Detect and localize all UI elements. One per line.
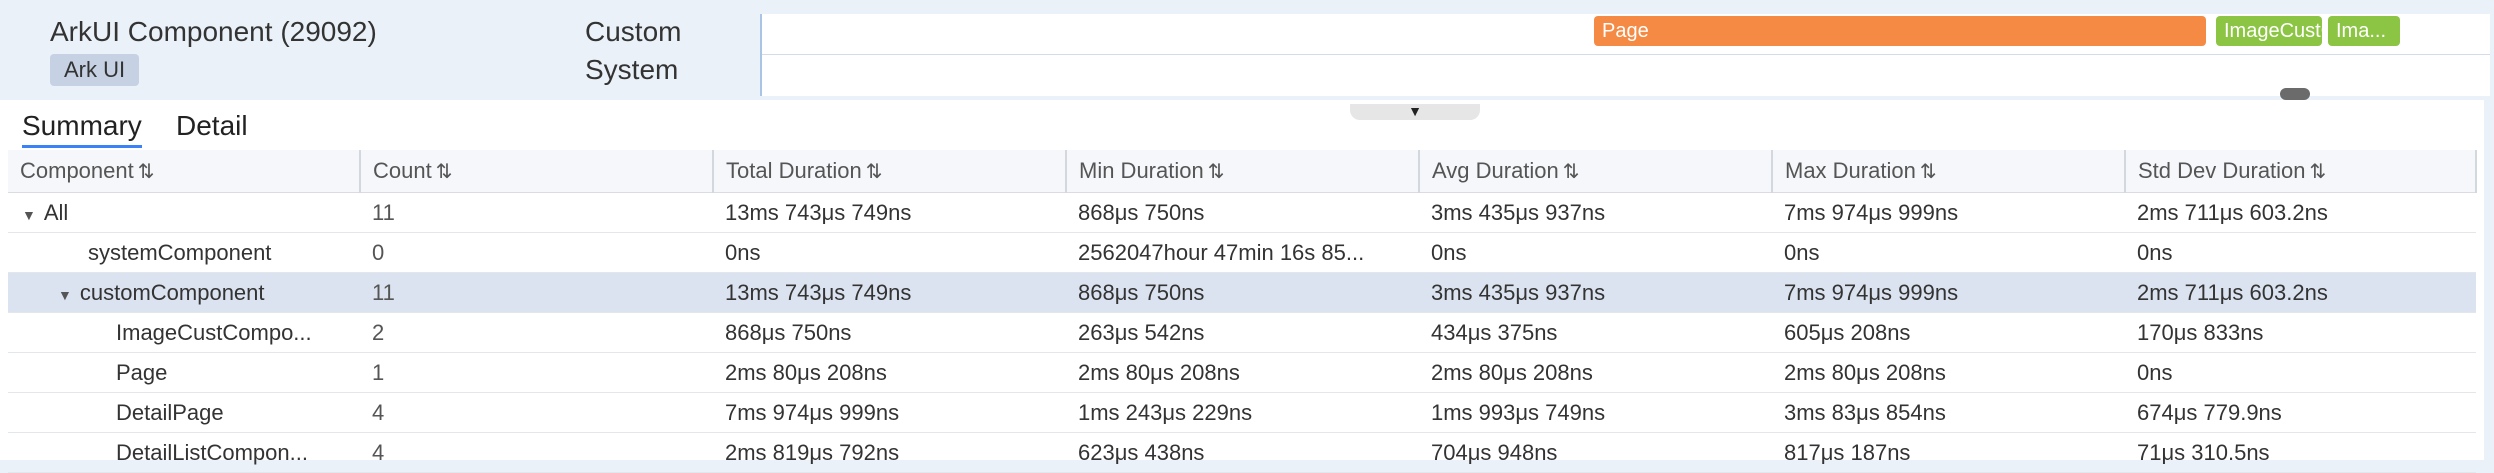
right-edge xyxy=(2484,100,2494,472)
row-std: 0ns xyxy=(2125,232,2476,273)
expand-triangle-icon[interactable]: ▼ xyxy=(58,287,72,303)
sort-icon: ⇅ xyxy=(865,161,883,183)
sort-icon: ⇅ xyxy=(1919,161,1937,183)
row-count: 11 xyxy=(360,192,713,233)
row-total: 868μs 750ns xyxy=(713,312,1066,353)
slice-page[interactable]: Page xyxy=(1594,16,2206,46)
col-count[interactable]: Count ⇅ xyxy=(360,150,714,193)
row-max: 7ms 974μs 999ns xyxy=(1772,272,2125,313)
row-std: 674μs 779.9ns xyxy=(2125,392,2476,433)
row-std: 2ms 711μs 603.2ns xyxy=(2125,192,2476,233)
tab-summary[interactable]: Summary xyxy=(22,110,142,148)
row-name: DetailPage xyxy=(8,392,360,433)
row-avg: 3ms 435μs 937ns xyxy=(1419,192,1772,233)
row-count: 11 xyxy=(360,272,713,313)
expand-triangle-icon[interactable]: ▼ xyxy=(22,207,36,223)
trace-track: ArkUI Component (29092) Ark UI Custom Sy… xyxy=(0,0,2494,100)
col-total-duration[interactable]: Total Duration ⇅ xyxy=(713,150,1067,193)
row-max: 3ms 83μs 854ns xyxy=(1772,392,2125,433)
col-avg-duration[interactable]: Avg Duration ⇅ xyxy=(1419,150,1773,193)
row-min: 2ms 80μs 208ns xyxy=(1066,352,1419,393)
row-min: 868μs 750ns xyxy=(1066,272,1419,313)
row-total: 13ms 743μs 749ns xyxy=(713,272,1066,313)
collapse-handle[interactable]: ▼ xyxy=(1350,104,1480,120)
sort-icon: ⇅ xyxy=(435,161,453,183)
track-title: ArkUI Component (29092) xyxy=(50,16,377,47)
row-count: 4 xyxy=(360,392,713,433)
slice-image-cust[interactable]: ImageCustC... xyxy=(2216,16,2322,46)
sort-icon: ⇅ xyxy=(2309,161,2327,183)
row-max: 605μs 208ns xyxy=(1772,312,2125,353)
row-total: 0ns xyxy=(713,232,1066,273)
table-row-selected[interactable]: ▼ customComponent 11 13ms 743μs 749ns 868… xyxy=(8,272,2476,313)
row-avg: 3ms 435μs 937ns xyxy=(1419,272,1772,313)
row-name: ImageCustCompo... xyxy=(8,312,360,353)
row-total: 7ms 974μs 999ns xyxy=(713,392,1066,433)
row-min: 1ms 243μs 229ns xyxy=(1066,392,1419,433)
col-min-duration[interactable]: Min Duration ⇅ xyxy=(1066,150,1420,193)
slice-ima[interactable]: Ima... xyxy=(2328,16,2400,46)
table-row[interactable]: systemComponent 0 0ns 2562047hour 47min … xyxy=(8,232,2476,273)
col-max-duration[interactable]: Max Duration ⇅ xyxy=(1772,150,2126,193)
row-min: 263μs 542ns xyxy=(1066,312,1419,353)
sort-icon: ⇅ xyxy=(1207,161,1225,183)
sort-icon: ⇅ xyxy=(1562,161,1580,183)
row-min: 623μs 438ns xyxy=(1066,432,1419,473)
row-std: 71μs 310.5ns xyxy=(2125,432,2476,473)
table-row[interactable]: DetailListCompon... 4 2ms 819μs 792ns 62… xyxy=(8,432,2476,473)
table-header-row: Component ⇅ Count ⇅ Total Duration ⇅ Min Du… xyxy=(8,150,2477,193)
row-name: DetailListCompon... xyxy=(8,432,360,473)
row-count: 4 xyxy=(360,432,713,473)
tab-detail[interactable]: Detail xyxy=(176,110,248,142)
lane-divider xyxy=(762,54,2490,55)
col-component[interactable]: Component ⇅ xyxy=(8,150,361,193)
timeline-lanes[interactable]: Page ImageCustC... Ima... xyxy=(760,14,2490,96)
row-label-custom: Custom xyxy=(585,16,682,47)
table-row[interactable]: ▼ All 11 13ms 743μs 749ns 868μs 750ns 3ms… xyxy=(8,192,2476,233)
table-row[interactable]: ImageCustCompo... 2 868μs 750ns 263μs 54… xyxy=(8,312,2476,353)
table-row[interactable]: Page 1 2ms 80μs 208ns 2ms 80μs 208ns 2ms… xyxy=(8,352,2476,393)
row-name: All xyxy=(43,199,69,225)
row-std: 170μs 833ns xyxy=(2125,312,2476,353)
row-min: 2562047hour 47min 16s 85... xyxy=(1066,232,1419,273)
row-name: customComponent xyxy=(79,279,265,305)
table-row[interactable]: DetailPage 4 7ms 974μs 999ns 1ms 243μs 2… xyxy=(8,392,2476,433)
row-min: 868μs 750ns xyxy=(1066,192,1419,233)
tab-bar: Summary Detail ▼ xyxy=(0,100,2484,150)
row-count: 0 xyxy=(360,232,713,273)
row-avg: 434μs 375ns xyxy=(1419,312,1772,353)
row-avg: 704μs 948ns xyxy=(1419,432,1772,473)
row-name: Page xyxy=(8,352,360,393)
row-max: 7ms 974μs 999ns xyxy=(1772,192,2125,233)
scroll-thumb[interactable] xyxy=(2280,88,2310,100)
col-std-dev-duration[interactable]: Std Dev Duration ⇅ xyxy=(2125,150,2477,193)
row-max: 0ns xyxy=(1772,232,2125,273)
sort-icon: ⇅ xyxy=(137,161,155,183)
caret-down-icon: ▼ xyxy=(1408,103,1422,119)
row-label-system: System xyxy=(585,54,679,85)
row-name: systemComponent xyxy=(8,232,360,273)
row-avg: 1ms 993μs 749ns xyxy=(1419,392,1772,433)
row-max: 817μs 187ns xyxy=(1772,432,2125,473)
row-max: 2ms 80μs 208ns xyxy=(1772,352,2125,393)
row-total: 13ms 743μs 749ns xyxy=(713,192,1066,233)
row-total: 2ms 80μs 208ns xyxy=(713,352,1066,393)
row-total: 2ms 819μs 792ns xyxy=(713,432,1066,473)
summary-panel: Summary Detail ▼ Component ⇅ Count ⇅ Total… xyxy=(0,100,2484,473)
row-std: 0ns xyxy=(2125,352,2476,393)
row-avg: 0ns xyxy=(1419,232,1772,273)
row-avg: 2ms 80μs 208ns xyxy=(1419,352,1772,393)
summary-table: Component ⇅ Count ⇅ Total Duration ⇅ Min Du… xyxy=(8,150,2477,473)
track-tag: Ark UI xyxy=(50,54,140,86)
row-std: 2ms 711μs 603.2ns xyxy=(2125,272,2476,313)
row-count: 1 xyxy=(360,352,713,393)
row-count: 2 xyxy=(360,312,713,353)
